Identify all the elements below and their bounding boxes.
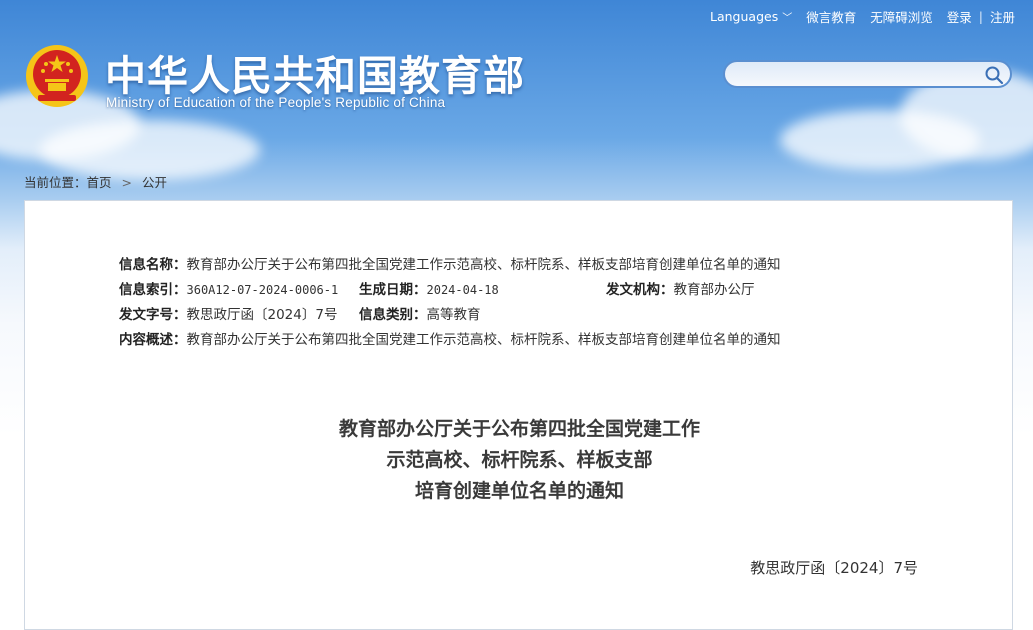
chevron-down-icon: ﹀ <box>782 13 793 24</box>
content-panel: 信息名称：教育部办公厅关于公布第四批全国党建工作示范高校、标杆院系、样板支部培育… <box>24 200 1013 630</box>
meta-docno-label: 发文字号： <box>119 307 187 323</box>
document-number: 教思政厅函〔2024〕7号 <box>750 559 918 577</box>
document-metadata: 信息名称：教育部办公厅关于公布第四批全国党建工作示范高校、标杆院系、样板支部培育… <box>119 253 781 353</box>
site-subtitle: Ministry of Education of the People's Re… <box>106 95 446 110</box>
search-input[interactable] <box>735 65 979 87</box>
document-title: 教育部办公厅关于公布第四批全国党建工作 示范高校、标杆院系、样板支部 培育创建单… <box>25 414 1014 507</box>
meta-date-label: 生成日期： <box>359 282 427 298</box>
languages-label: Languages <box>710 9 779 24</box>
meta-org-label: 发文机构： <box>606 282 674 298</box>
document-title-line: 教育部办公厅关于公布第四批全国党建工作 <box>338 418 700 440</box>
meta-category-value: 高等教育 <box>426 307 481 323</box>
register-link[interactable]: 注册 <box>990 7 1015 26</box>
meta-row-index: 信息索引：360A12-07-2024-0006-1 生成日期：2024-04-… <box>119 278 781 303</box>
breadcrumb-chevron-icon: > <box>121 175 133 190</box>
site-title[interactable]: 中华人民共和国教育部 <box>105 42 525 102</box>
weiyan-link[interactable]: 微言教育 <box>806 7 856 26</box>
meta-row-name: 信息名称：教育部办公厅关于公布第四批全国党建工作示范高校、标杆院系、样板支部培育… <box>119 253 781 278</box>
meta-index-value: 360A12-07-2024-0006-1 <box>186 283 339 297</box>
nav-separator: | <box>978 9 983 24</box>
breadcrumb-current-link[interactable]: 公开 <box>142 175 167 190</box>
breadcrumb-home-link[interactable]: 首页 <box>87 175 112 190</box>
search-icon[interactable] <box>984 65 1004 85</box>
accessibility-link[interactable]: 无障碍浏览 <box>870 7 933 26</box>
national-emblem-icon[interactable] <box>24 43 90 109</box>
meta-name-value: 教育部办公厅关于公布第四批全国党建工作示范高校、标杆院系、样板支部培育创建单位名… <box>186 257 781 273</box>
meta-row-docno: 发文字号：教思政厅函〔2024〕7号 信息类别：高等教育 <box>119 303 781 328</box>
cloud-decoration <box>40 120 260 180</box>
meta-date-value: 2024-04-18 <box>426 283 499 297</box>
meta-summary-value: 教育部办公厅关于公布第四批全国党建工作示范高校、标杆院系、样板支部培育创建单位名… <box>186 332 781 348</box>
languages-dropdown[interactable]: Languages ﹀ <box>710 9 792 24</box>
document-title-line: 培育创建单位名单的通知 <box>414 480 624 502</box>
cloud-decoration <box>780 110 980 170</box>
top-navigation: Languages ﹀ 微言教育 无障碍浏览 登录 | 注册 <box>710 7 1015 26</box>
meta-category-label: 信息类别： <box>359 307 427 323</box>
meta-summary-label: 内容概述： <box>119 332 187 348</box>
meta-row-summary: 内容概述：教育部办公厅关于公布第四批全国党建工作示范高校、标杆院系、样板支部培育… <box>119 328 781 353</box>
meta-org-value: 教育部办公厅 <box>673 282 755 298</box>
meta-index-label: 信息索引： <box>119 282 187 298</box>
search-box <box>723 60 1012 88</box>
breadcrumb: 当前位置：首页 > 公开 <box>24 172 167 191</box>
breadcrumb-prefix: 当前位置： <box>24 175 87 190</box>
meta-name-label: 信息名称： <box>119 257 187 273</box>
document-title-line: 示范高校、标杆院系、样板支部 <box>386 449 653 471</box>
meta-docno-value: 教思政厅函〔2024〕7号 <box>186 307 338 323</box>
login-link[interactable]: 登录 <box>947 7 972 26</box>
